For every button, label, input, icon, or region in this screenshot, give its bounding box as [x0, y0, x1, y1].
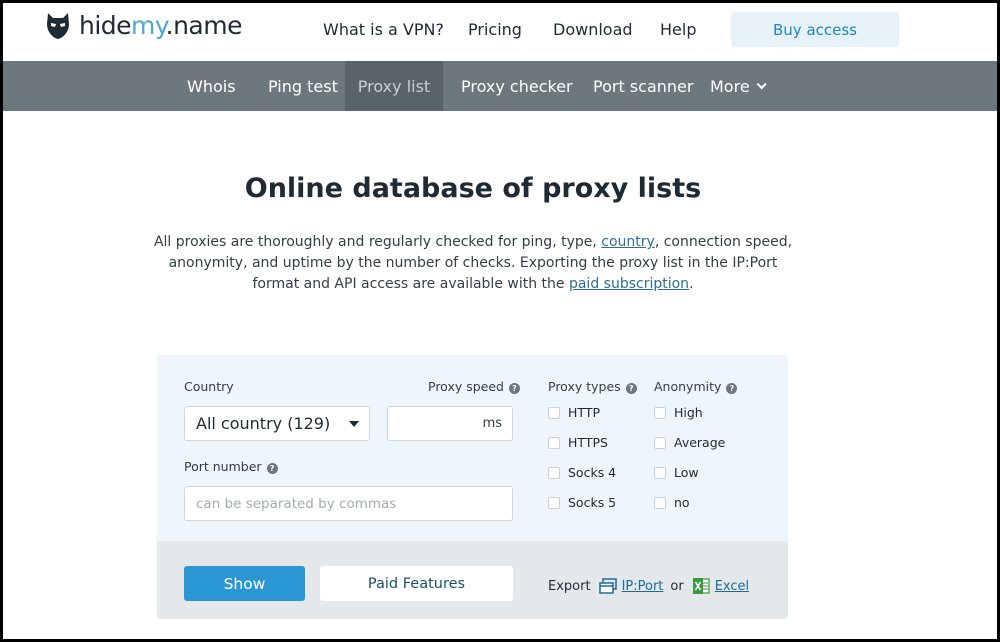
help-icon[interactable]: ?: [508, 383, 520, 394]
anonymity-label: Anonymity?: [654, 379, 738, 394]
top-header: hidemy.name What is a VPN? Pricing Downl…: [3, 3, 997, 61]
tools-nav: Whois Ping test Proxy list Proxy checker…: [3, 61, 997, 111]
nav-download[interactable]: Download: [553, 20, 633, 39]
proxy-speed-input[interactable]: ms: [387, 406, 513, 441]
help-icon[interactable]: ?: [625, 383, 637, 394]
export-label: Export: [548, 578, 591, 594]
port-number-input[interactable]: [184, 486, 513, 521]
checkbox[interactable]: [548, 496, 560, 509]
export-ipport-link[interactable]: IP:Port: [622, 579, 664, 594]
checkbox[interactable]: [548, 406, 560, 419]
chevron-down-icon: [756, 78, 767, 89]
type-http-checkbox[interactable]: HTTP: [548, 405, 600, 420]
nav-help[interactable]: Help: [660, 20, 696, 39]
paid-subscription-link[interactable]: paid subscription: [569, 276, 689, 292]
help-icon[interactable]: ?: [726, 383, 738, 394]
type-https-checkbox[interactable]: HTTPS: [548, 435, 608, 450]
page: hidemy.name What is a VPN? Pricing Downl…: [3, 3, 997, 639]
buy-access-button[interactable]: Buy access: [731, 12, 899, 47]
type-socks4-checkbox[interactable]: Socks 4: [548, 465, 616, 480]
export-excel-link[interactable]: Excel: [715, 579, 749, 594]
country-label: Country: [184, 379, 234, 394]
help-icon[interactable]: ?: [266, 463, 278, 474]
page-title: Online database of proxy lists: [244, 173, 702, 204]
paid-features-button[interactable]: Paid Features: [320, 566, 513, 601]
page-description: All proxies are thoroughly and regularly…: [153, 234, 793, 292]
checkbox[interactable]: [654, 406, 666, 419]
tab-ping-test[interactable]: Ping test: [268, 61, 338, 111]
speed-unit: ms: [482, 416, 502, 431]
anon-low-checkbox[interactable]: Low: [654, 465, 699, 480]
tab-more-label: More: [710, 76, 750, 96]
anon-no-checkbox[interactable]: no: [654, 495, 690, 510]
proxy-types-label: Proxy types?: [548, 379, 637, 394]
country-link[interactable]: country: [601, 234, 655, 250]
country-select-value: All country (129): [196, 414, 331, 433]
type-socks5-checkbox[interactable]: Socks 5: [548, 495, 616, 510]
tab-more[interactable]: More: [710, 61, 767, 111]
checkbox[interactable]: [654, 496, 666, 509]
nav-pricing[interactable]: Pricing: [468, 20, 522, 39]
caret-down-icon: [349, 421, 359, 427]
show-button[interactable]: Show: [184, 566, 305, 601]
logo-mask-icon: [47, 12, 69, 39]
tab-port-scanner[interactable]: Port scanner: [593, 61, 693, 111]
anon-average-checkbox[interactable]: Average: [654, 435, 725, 450]
excel-icon[interactable]: [692, 577, 710, 595]
checkbox[interactable]: [548, 466, 560, 479]
export-or: or: [670, 578, 684, 594]
checkbox[interactable]: [654, 436, 666, 449]
nav-what-is-vpn[interactable]: What is a VPN?: [323, 20, 444, 39]
checkbox[interactable]: [548, 436, 560, 449]
logo-text: hidemy.name: [79, 11, 243, 40]
tab-proxy-list[interactable]: Proxy list: [345, 61, 443, 111]
proxy-speed-label: Proxy speed?: [428, 379, 520, 394]
port-number-label: Port number?: [184, 459, 278, 474]
tab-whois[interactable]: Whois: [187, 61, 236, 111]
window-icon[interactable]: [598, 578, 617, 594]
anon-high-checkbox[interactable]: High: [654, 405, 703, 420]
country-select[interactable]: All country (129): [184, 406, 370, 441]
tab-proxy-checker[interactable]: Proxy checker: [461, 61, 573, 111]
export-row: Export IP:Port or Excel: [548, 577, 749, 595]
logo[interactable]: hidemy.name: [45, 11, 243, 40]
checkbox[interactable]: [654, 466, 666, 479]
filter-panel: Country All country (129) Proxy speed? m…: [157, 355, 788, 619]
